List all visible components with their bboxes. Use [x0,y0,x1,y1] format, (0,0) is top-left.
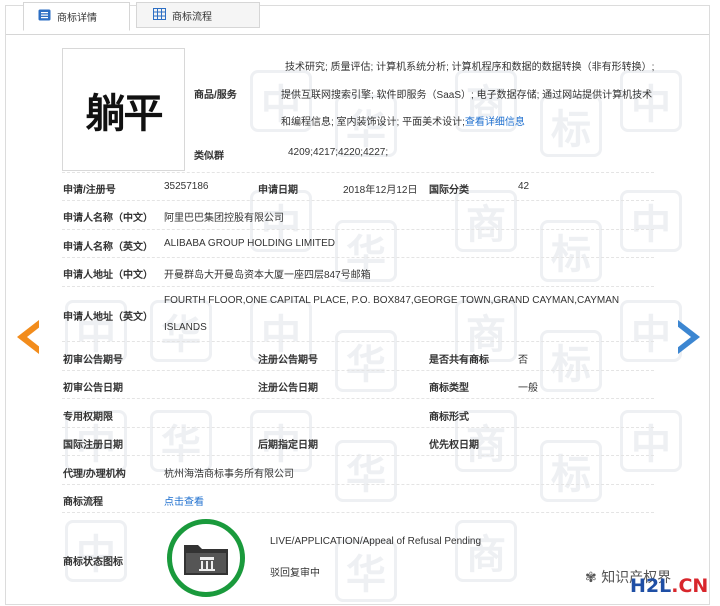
h2l-red-text: .CN [671,575,709,597]
row-divider [62,370,654,371]
type-label: 商标类型 [429,383,469,394]
status-en: LIVE/APPLICATION/Appeal of Refusal Pendi… [270,536,482,547]
row-divider [62,427,654,428]
row-divider [62,257,654,258]
tab-trademark-process[interactable]: 商标流程 [136,2,260,28]
table-grid-icon [153,7,166,23]
reg-pub-date-label: 注册公告日期 [258,383,318,394]
apply-date-value: 2018年12月12日 [343,185,418,196]
reg-no-value: 35257186 [164,181,209,192]
view-details-link[interactable]: 查看详细信息 [465,117,525,128]
similar-group-value: 4209;4217;4220;4227; [288,147,389,158]
prelim-date-label: 初审公告日期 [63,383,123,394]
later-designation-label: 后期指定日期 [258,440,318,451]
address-en-value-line2: ISLANDS [164,322,207,333]
row-divider [62,172,654,173]
shared-label: 是否共有商标 [429,355,489,366]
row-divider [62,455,654,456]
similar-group-label: 类似群 [194,151,224,162]
intl-reg-date-label: 国际注册日期 [63,440,123,451]
applicant-cn-label: 申请人名称（中文） [63,213,153,224]
tab-label: 商标流程 [172,11,212,23]
wechat-icon: ✾ [585,570,597,586]
type-value: 一般 [518,383,538,394]
address-en-value-line1: FOURTH FLOOR,ONE CAPITAL PLACE, P.O. BOX… [164,295,620,306]
process-view-link[interactable]: 点击查看 [164,493,204,508]
folder-archive-icon [184,545,228,575]
intl-class-value: 42 [518,181,530,192]
reg-no-label: 申请/注册号 [63,185,116,196]
next-arrow-inner [677,326,691,348]
form-label: 商标形式 [429,412,469,423]
tab-label: 商标详情 [57,13,97,24]
goods-services-line: 技术研究; 质量评估; 计算机系统分析; 计算机程序和数据的数据转换（非有形转换… [285,62,655,73]
process-label: 商标流程 [63,497,103,508]
agency-label: 代理/办理机构 [63,469,126,480]
agency-value: 杭州海浩商标事务所有限公司 [164,469,294,480]
trademark-image: 躺平 [62,48,185,171]
applicant-cn-value: 阿里巴巴集团控股有限公司 [164,213,284,224]
goods-services-line: 和编程信息; 室内装饰设计; 平面美术设计;查看详细信息 [281,113,525,128]
row-divider [62,512,654,513]
row-divider [62,200,654,201]
h2l-watermark: H2L.CN [630,575,708,597]
shared-value: 否 [518,355,528,366]
trademark-logo-text: 躺平 [85,90,164,137]
row-divider [62,229,654,230]
h2l-blue-text: H2L [630,575,672,597]
goods-services-text: 和编程信息; 室内装饰设计; 平面美术设计; [281,117,465,128]
apply-date-label: 申请日期 [258,185,298,196]
applicant-en-value: ALIBABA GROUP HOLDING LIMITED [164,238,335,249]
status-cn: 驳回复审中 [270,568,320,579]
prelim-no-label: 初审公告期号 [63,355,123,366]
applicant-en-label: 申请人名称（英文） [63,242,153,253]
row-divider [62,341,654,342]
status-icon [167,519,245,597]
reg-pub-no-label: 注册公告期号 [258,355,318,366]
intl-class-label: 国际分类 [429,185,469,196]
goods-services-line: 提供互联网搜索引擎; 软件即服务（SaaS）; 电子数据存储; 通过网站提供计算… [281,90,653,101]
goods-services-label: 商品/服务 [194,90,237,101]
address-en-label: 申请人地址（英文） [63,312,153,323]
address-cn-label: 申请人地址（中文） [63,270,153,281]
row-divider [62,398,654,399]
row-divider [62,286,654,287]
exclusive-period-label: 专用权期限 [63,412,113,423]
previous-arrow-inner [27,326,41,348]
status-icon-label: 商标状态图标 [63,557,123,568]
priority-date-label: 优先权日期 [429,440,479,451]
row-divider [62,484,654,485]
address-cn-value: 开曼群岛大开曼岛资本大厦一座四层847号邮箱 [164,270,371,281]
document-list-icon [38,9,51,24]
tab-trademark-detail[interactable]: 商标详情 [23,2,130,31]
